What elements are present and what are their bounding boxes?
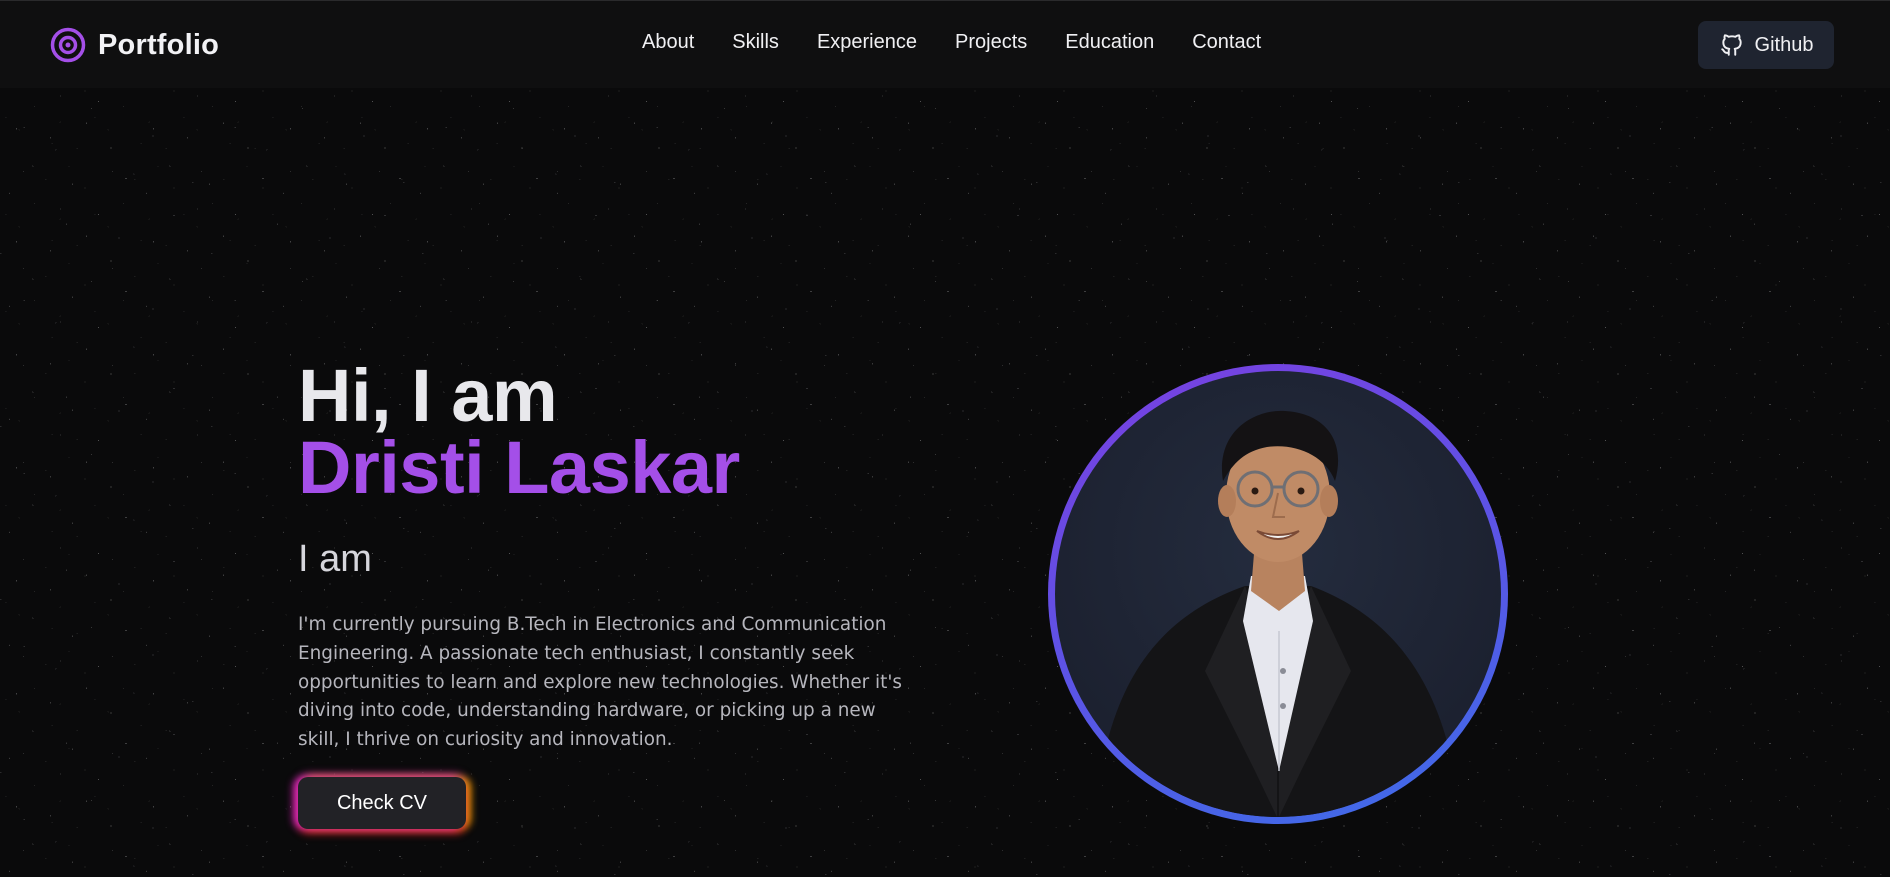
starfield-background — [0, 0, 1890, 877]
hero-bio: I'm currently pursuing B.Tech in Electro… — [298, 614, 903, 751]
hero-name: Dristi Laskar — [298, 426, 740, 509]
hero-role: I am — [298, 538, 372, 580]
nav-link-experience[interactable]: Experience — [817, 31, 917, 54]
page: Portfolio About Skills Experience Projec… — [0, 0, 1890, 877]
starfield-background-layer — [0, 0, 1890, 877]
cv-button-wrapper: Check CV — [298, 777, 466, 829]
brand[interactable]: Portfolio — [50, 27, 219, 63]
nav-link-projects[interactable]: Projects — [955, 31, 1027, 54]
check-cv-button[interactable]: Check CV — [298, 777, 466, 829]
nav-link-skills[interactable]: Skills — [732, 31, 779, 54]
github-button[interactable]: Github — [1698, 21, 1834, 69]
hero-greeting: Hi, I am — [298, 354, 558, 437]
profile-photo — [1055, 371, 1501, 817]
hero-section: Hi, I am Dristi Laskar I am I'm currentl… — [298, 354, 938, 755]
profile-photo-frame — [1048, 364, 1508, 824]
navbar: Portfolio About Skills Experience Projec… — [0, 0, 1890, 88]
nav-link-education[interactable]: Education — [1065, 31, 1154, 54]
brand-title: Portfolio — [98, 28, 220, 61]
github-button-label: Github — [1754, 33, 1814, 56]
github-icon — [1719, 32, 1745, 58]
starfield-background-layer — [0, 0, 1890, 877]
nav-link-contact[interactable]: Contact — [1192, 31, 1261, 54]
person-illustration — [1095, 410, 1460, 817]
nav-link-about[interactable]: About — [642, 31, 694, 54]
eye-logo-icon — [50, 27, 86, 63]
nav-links: About Skills Experience Projects Educati… — [642, 31, 1299, 54]
